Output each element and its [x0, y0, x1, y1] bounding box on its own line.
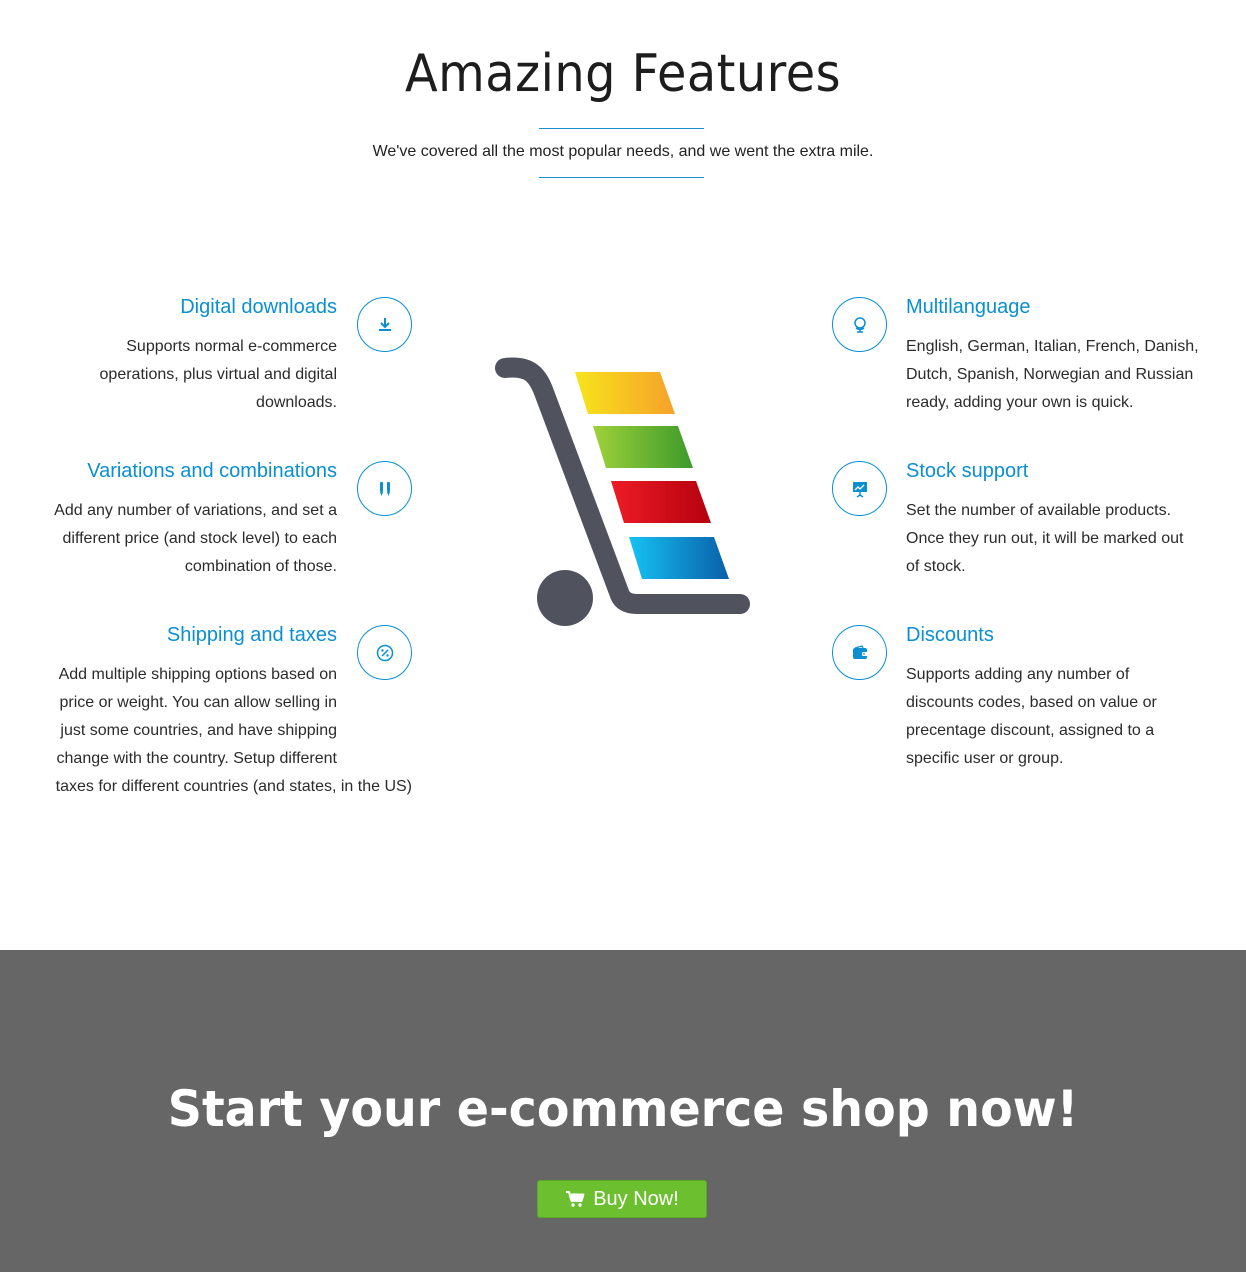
- percent-icon: [357, 625, 412, 680]
- feature-shipping-taxes: Shipping and taxes Add multiple shipping…: [20, 621, 412, 801]
- feature-digital-downloads: Digital downloads Supports normal e-comm…: [40, 293, 337, 417]
- feature-description: Supports adding any number of discounts …: [906, 666, 1157, 767]
- feature-description: Set the number of available products. On…: [906, 502, 1184, 575]
- feature-description: Add multiple shipping options based on p…: [55, 666, 412, 795]
- feature-discounts: Discounts Supports adding any number of …: [906, 621, 1206, 773]
- feature-title: Digital downloads: [180, 296, 337, 318]
- title-divider-top: [539, 128, 704, 129]
- wallet-icon: [832, 625, 887, 680]
- feature-variations: Variations and combinations Add any numb…: [20, 457, 337, 581]
- feature-description: English, German, Italian, French, Danish…: [906, 338, 1199, 411]
- buy-now-label: Buy Now!: [593, 1187, 679, 1210]
- cta-title: Start your e-commerce shop now!: [167, 1080, 1079, 1138]
- buy-now-button[interactable]: Buy Now!: [537, 1180, 707, 1218]
- feature-description: Add any number of variations, and set a …: [54, 502, 337, 575]
- hand-truck-logo: [495, 357, 750, 626]
- pencils-icon: [357, 461, 412, 516]
- download-icon: [357, 297, 412, 352]
- globe-icon: [832, 297, 887, 352]
- cta-section: Start your e-commerce shop now! Buy Now!: [0, 950, 1246, 1272]
- feature-title: Multilanguage: [906, 296, 1031, 318]
- feature-stock-support: Stock support Set the number of availabl…: [906, 457, 1206, 581]
- feature-title: Shipping and taxes: [166, 624, 337, 646]
- feature-description: Supports normal e-commerce operations, p…: [99, 338, 337, 411]
- feature-title: Stock support: [906, 460, 1029, 482]
- title-divider-bottom: [539, 177, 704, 178]
- presentation-chart-icon: [832, 461, 887, 516]
- features-section: Amazing Features We've covered all the m…: [0, 0, 1246, 950]
- feature-title: Discounts: [906, 624, 994, 646]
- page-subtitle: We've covered all the most popular needs…: [372, 143, 874, 160]
- cart-icon: [566, 1191, 585, 1207]
- feature-multilanguage: Multilanguage English, German, Italian, …: [906, 293, 1206, 417]
- feature-title: Variations and combinations: [87, 460, 337, 482]
- page-title: Amazing Features: [404, 44, 841, 104]
